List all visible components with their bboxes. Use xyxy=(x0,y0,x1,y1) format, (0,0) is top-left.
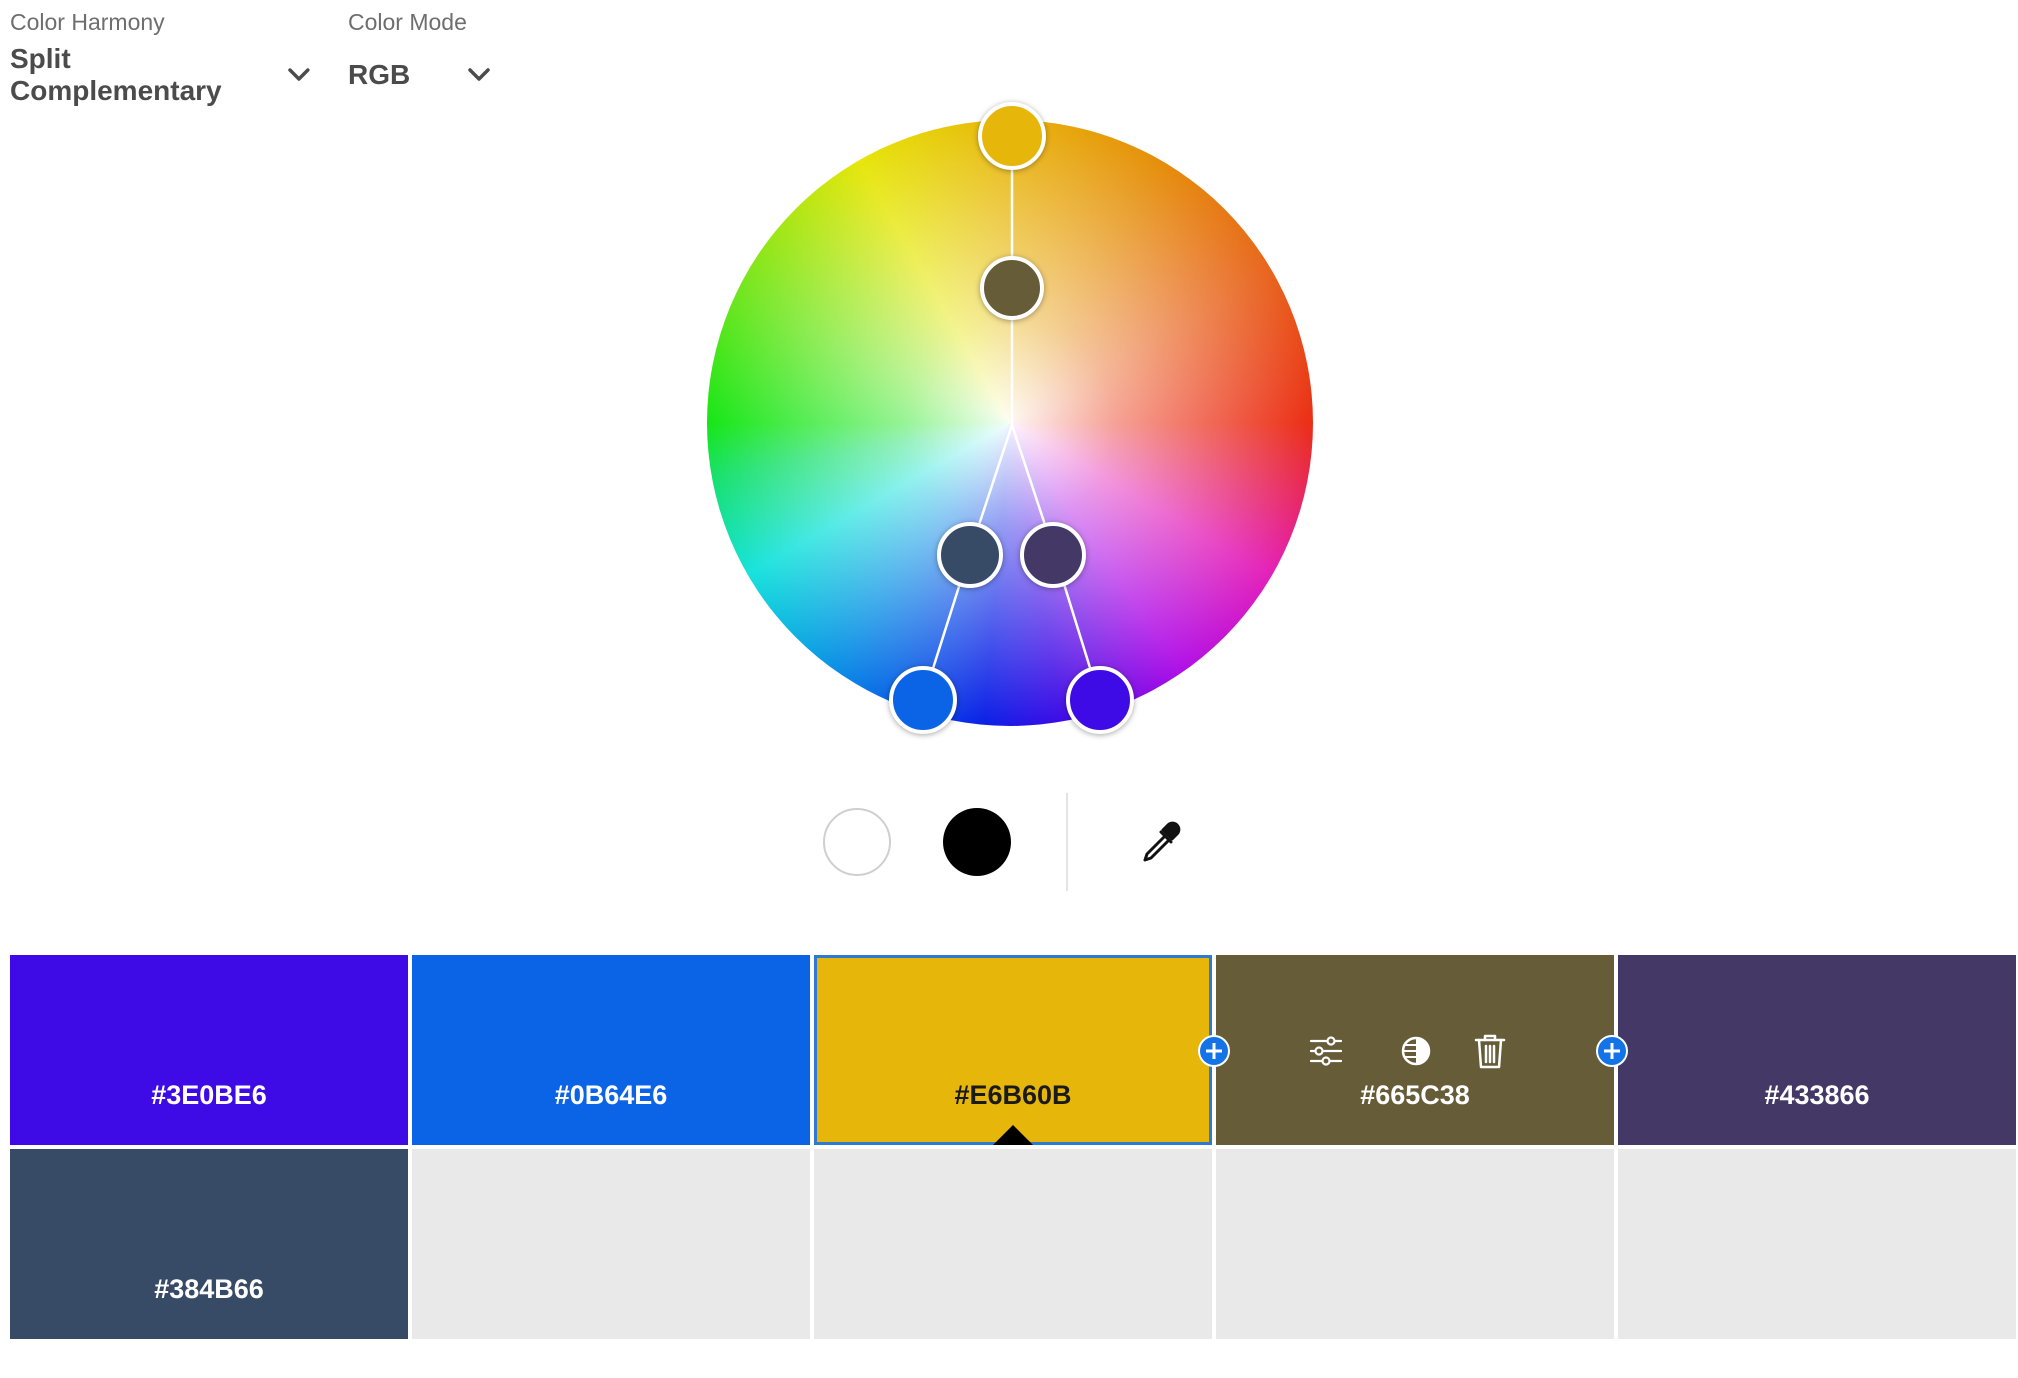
palette-swatch[interactable]: #0B64E6 xyxy=(412,955,810,1145)
palette-swatch-selected[interactable]: #E6B60B xyxy=(814,955,1212,1145)
palette-swatch[interactable]: #384B66 xyxy=(10,1149,408,1339)
empty-swatch-slot xyxy=(814,1149,1212,1339)
empty-swatch-slot xyxy=(1618,1149,2016,1339)
swatch-hex-label: #433866 xyxy=(1764,1080,1870,1110)
wheel-handle-outer-right[interactable] xyxy=(1066,666,1134,734)
empty-swatch-slot xyxy=(412,1149,810,1339)
empty-swatch-slot xyxy=(1216,1149,1614,1339)
white-color-button[interactable] xyxy=(823,808,891,876)
palette-swatch[interactable]: #3E0BE6 xyxy=(10,955,408,1145)
eyedropper-icon[interactable] xyxy=(1135,818,1185,868)
wheel-handle-outer-left[interactable] xyxy=(889,666,957,734)
swatch-hex-label: #3E0BE6 xyxy=(151,1080,267,1110)
sliders-icon[interactable] xyxy=(1306,1031,1346,1071)
black-color-button[interactable] xyxy=(943,808,1011,876)
wheel-handle-inner-right[interactable] xyxy=(1020,522,1086,588)
trash-icon[interactable] xyxy=(1470,1031,1510,1071)
swatch-hex-label: #E6B60B xyxy=(954,1080,1072,1110)
contrast-icon[interactable] xyxy=(1396,1031,1436,1071)
tools-divider xyxy=(1066,793,1068,891)
color-wheel-area xyxy=(0,0,2018,760)
wheel-handle-base[interactable] xyxy=(978,102,1046,170)
add-swatch-left-button[interactable] xyxy=(1198,1035,1230,1067)
selected-caret-icon xyxy=(993,1125,1033,1145)
palette-swatch[interactable]: #433866 xyxy=(1618,955,2016,1145)
swatch-hex-label: #665C38 xyxy=(1360,1080,1470,1110)
swatch-hex-label: #0B64E6 xyxy=(554,1080,668,1110)
add-swatch-right-button[interactable] xyxy=(1596,1035,1628,1067)
wheel-handle-inner-left[interactable] xyxy=(937,522,1003,588)
wheel-handle-inner-base[interactable] xyxy=(980,256,1044,320)
swatch-hex-label: #384B66 xyxy=(154,1274,264,1304)
